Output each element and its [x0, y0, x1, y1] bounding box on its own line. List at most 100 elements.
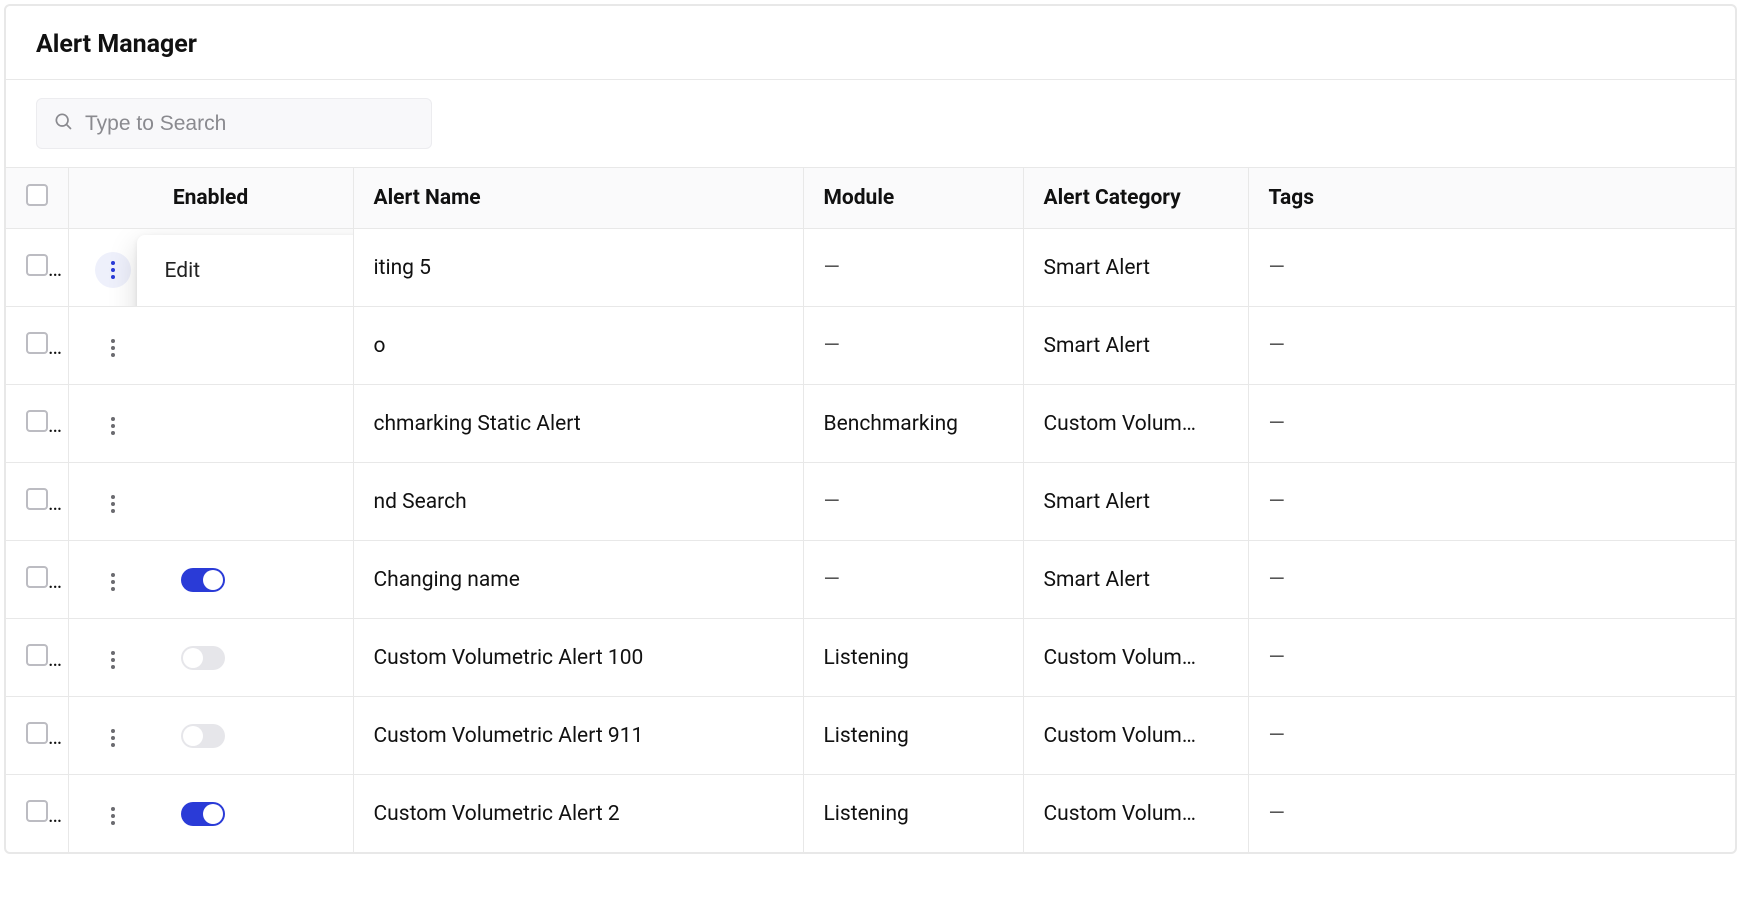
tags-cell: —	[1248, 541, 1735, 619]
module-cell: —	[803, 541, 1023, 619]
row-enabled-cell	[68, 385, 353, 463]
row-select-checkbox[interactable]	[26, 800, 48, 822]
row-enabled-cell	[68, 541, 353, 619]
row-select-cell	[6, 385, 68, 463]
category-cell: Smart Alert	[1023, 463, 1248, 541]
row-actions-wrap	[89, 715, 333, 756]
row-more-button[interactable]	[95, 252, 131, 288]
column-tags[interactable]: Tags	[1248, 168, 1735, 229]
kebab-icon	[111, 339, 115, 357]
kebab-icon	[111, 495, 115, 513]
select-all-checkbox[interactable]	[26, 184, 48, 206]
toggle-knob	[183, 648, 203, 668]
table-row: EditDeleteCloneAudititing 5—Smart Alert—	[6, 229, 1735, 307]
module-cell: —	[803, 229, 1023, 307]
row-enabled-cell	[68, 775, 353, 853]
column-select-all	[6, 168, 68, 229]
row-more-button[interactable]	[95, 564, 131, 600]
row-select-checkbox[interactable]	[26, 488, 48, 510]
row-more-button[interactable]	[95, 486, 131, 522]
alert-name-cell: iting 5	[353, 229, 803, 307]
toggle-knob	[203, 570, 223, 590]
row-context-menu: EditDeleteCloneAudit	[137, 235, 354, 307]
row-more-button[interactable]	[95, 798, 131, 834]
row-select-cell	[6, 775, 68, 853]
row-more-button[interactable]	[95, 642, 131, 678]
module-cell: Listening	[803, 697, 1023, 775]
kebab-icon	[111, 729, 115, 747]
toolbar	[6, 80, 1735, 167]
alert-name-cell: Custom Volumetric Alert 911	[353, 697, 803, 775]
alert-name-cell: Changing name	[353, 541, 803, 619]
module-cell: Listening	[803, 619, 1023, 697]
category-cell: Custom Volum…	[1023, 619, 1248, 697]
module-cell: Benchmarking	[803, 385, 1023, 463]
page-frame: Alert Manager	[4, 4, 1737, 854]
category-cell: Custom Volum…	[1023, 697, 1248, 775]
enabled-toggle[interactable]	[181, 802, 225, 826]
row-enabled-cell	[68, 463, 353, 541]
table-row: Custom Volumetric Alert 911ListeningCust…	[6, 697, 1735, 775]
row-select-checkbox[interactable]	[26, 722, 48, 744]
column-alert-name[interactable]: Alert Name	[353, 168, 803, 229]
row-menu-anchor	[95, 403, 131, 444]
column-enabled[interactable]: Enabled	[68, 168, 353, 229]
row-select-checkbox[interactable]	[26, 332, 48, 354]
row-more-button[interactable]	[95, 408, 131, 444]
row-actions-wrap	[89, 793, 333, 834]
row-actions-wrap	[89, 637, 333, 678]
alert-name-cell: Custom Volumetric Alert 100	[353, 619, 803, 697]
row-menu-anchor: EditDeleteCloneAudit	[95, 247, 131, 288]
row-select-cell	[6, 697, 68, 775]
enabled-toggle[interactable]	[181, 724, 225, 748]
enabled-toggle[interactable]	[181, 568, 225, 592]
row-menu-anchor	[95, 481, 131, 522]
category-cell: Smart Alert	[1023, 541, 1248, 619]
tags-cell: —	[1248, 619, 1735, 697]
row-select-checkbox[interactable]	[26, 254, 48, 276]
table-row: Changing name—Smart Alert—	[6, 541, 1735, 619]
kebab-icon	[111, 573, 115, 591]
search-input[interactable]	[85, 112, 415, 136]
kebab-icon	[111, 417, 115, 435]
module-cell: —	[803, 463, 1023, 541]
row-more-button[interactable]	[95, 720, 131, 756]
row-actions-wrap	[89, 325, 333, 366]
category-cell: Smart Alert	[1023, 229, 1248, 307]
category-cell: Custom Volum…	[1023, 775, 1248, 853]
tags-cell: —	[1248, 775, 1735, 853]
enabled-toggle[interactable]	[181, 646, 225, 670]
table-row: o—Smart Alert—	[6, 307, 1735, 385]
kebab-icon	[111, 261, 115, 279]
category-cell: Smart Alert	[1023, 307, 1248, 385]
search-box[interactable]	[36, 98, 432, 149]
menu-item-delete[interactable]: Delete	[137, 297, 354, 307]
row-actions-wrap	[89, 559, 333, 600]
row-more-button[interactable]	[95, 330, 131, 366]
row-actions-wrap: EditDeleteCloneAudit	[89, 247, 333, 288]
row-menu-anchor	[95, 325, 131, 366]
page-title: Alert Manager	[36, 30, 1705, 59]
row-actions-wrap	[89, 481, 333, 522]
table-row: nd Search—Smart Alert—	[6, 463, 1735, 541]
row-menu-anchor	[95, 715, 131, 756]
row-select-cell	[6, 229, 68, 307]
table-row: Custom Volumetric Alert 2ListeningCustom…	[6, 775, 1735, 853]
column-module[interactable]: Module	[803, 168, 1023, 229]
table-row: Custom Volumetric Alert 100ListeningCust…	[6, 619, 1735, 697]
tags-cell: —	[1248, 385, 1735, 463]
row-select-checkbox[interactable]	[26, 644, 48, 666]
row-select-cell	[6, 619, 68, 697]
category-cell: Custom Volum…	[1023, 385, 1248, 463]
alert-name-cell: nd Search	[353, 463, 803, 541]
row-select-checkbox[interactable]	[26, 566, 48, 588]
menu-item-edit[interactable]: Edit	[137, 245, 354, 297]
alert-name-cell: Custom Volumetric Alert 2	[353, 775, 803, 853]
module-cell: —	[803, 307, 1023, 385]
row-select-checkbox[interactable]	[26, 410, 48, 432]
column-alert-category[interactable]: Alert Category	[1023, 168, 1248, 229]
row-menu-anchor	[95, 637, 131, 678]
row-menu-anchor	[95, 793, 131, 834]
row-actions-wrap	[89, 403, 333, 444]
row-menu-anchor	[95, 559, 131, 600]
